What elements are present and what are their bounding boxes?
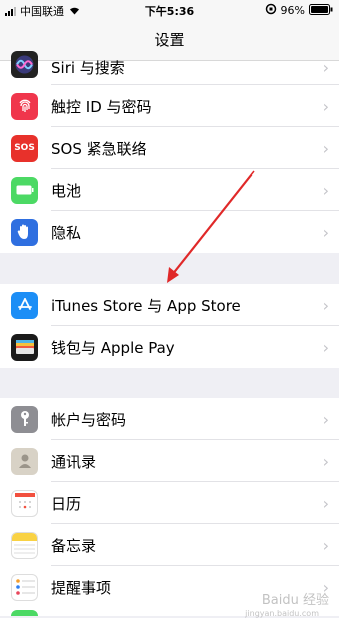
contacts-icon xyxy=(11,447,38,475)
chevron-right-icon: › xyxy=(322,535,329,555)
list-item-touch-id[interactable]: 触控 ID 与密码 › xyxy=(0,85,339,127)
nav-bar: 设置 xyxy=(0,20,339,61)
fingerprint-icon xyxy=(11,92,38,120)
partial-app-icon xyxy=(11,610,38,616)
chevron-right-icon: › xyxy=(322,337,329,357)
settings-group-3: 帐户与密码 › 通讯录 › 日历 › 备忘录 › 提醒事项 › xyxy=(0,398,339,608)
battery-icon xyxy=(11,176,38,204)
list-item-label: 帐户与密码 xyxy=(51,410,127,429)
chevron-right-icon: › xyxy=(322,222,329,242)
list-item-accounts[interactable]: 帐户与密码 › xyxy=(0,398,339,440)
list-item-label: 隐私 xyxy=(51,223,82,242)
list-item-label: 电池 xyxy=(51,181,82,200)
chevron-right-icon: › xyxy=(322,451,329,471)
list-item-label: 日历 xyxy=(51,494,82,513)
list-item-label: 钱包与 Apple Pay xyxy=(51,338,175,357)
chevron-right-icon: › xyxy=(322,180,329,200)
chevron-right-icon: › xyxy=(322,58,329,77)
notes-icon xyxy=(11,531,38,559)
settings-group-2: iTunes Store 与 App Store › 钱包与 Apple Pay… xyxy=(0,284,339,368)
battery-percent: 96% xyxy=(280,4,305,17)
wallet-icon xyxy=(11,333,38,361)
orientation-lock-icon xyxy=(265,3,277,18)
list-item-calendar[interactable]: 日历 › xyxy=(0,482,339,524)
chevron-right-icon: › xyxy=(322,96,329,116)
list-item-siri[interactable]: Siri 与搜索 › xyxy=(0,51,339,85)
list-item-notes[interactable]: 备忘录 › xyxy=(0,524,339,566)
chevron-right-icon: › xyxy=(322,138,329,158)
page-title: 设置 xyxy=(154,31,185,49)
list-item-label: 提醒事项 xyxy=(51,578,112,597)
sos-icon: SOS xyxy=(11,134,38,162)
list-item-itunes-app-store[interactable]: iTunes Store 与 App Store › xyxy=(0,284,339,326)
settings-group-1: Siri 与搜索 › 触控 ID 与密码 › SOS SOS 紧急联络 › 电池… xyxy=(0,51,339,253)
list-item-wallet[interactable]: 钱包与 Apple Pay › xyxy=(0,326,339,368)
list-item-label: Siri 与搜索 xyxy=(51,59,125,77)
status-bar: 中国联通 下午5:36 96% xyxy=(0,0,339,20)
chevron-right-icon: › xyxy=(322,409,329,429)
app-store-icon xyxy=(11,291,38,319)
reminders-icon xyxy=(11,573,38,601)
list-item-contacts[interactable]: 通讯录 › xyxy=(0,440,339,482)
list-item-privacy[interactable]: 隐私 › xyxy=(0,211,339,253)
list-item-sos[interactable]: SOS SOS 紧急联络 › xyxy=(0,127,339,169)
hand-icon xyxy=(11,218,38,246)
watermark: Baidu 经验 xyxy=(261,593,329,608)
list-item-label: SOS 紧急联络 xyxy=(51,139,147,158)
list-item-label: 触控 ID 与密码 xyxy=(51,97,152,116)
list-item-label: iTunes Store 与 App Store xyxy=(51,296,241,315)
list-item-label: 通讯录 xyxy=(51,452,97,471)
list-item-battery[interactable]: 电池 › xyxy=(0,169,339,211)
watermark-url: jingyan.baidu.com xyxy=(245,609,319,618)
battery-status-icon xyxy=(309,3,333,18)
siri-icon xyxy=(11,51,38,78)
chevron-right-icon: › xyxy=(322,493,329,513)
calendar-icon xyxy=(11,489,38,517)
chevron-right-icon: › xyxy=(322,295,329,315)
key-icon xyxy=(11,405,38,433)
list-item-label: 备忘录 xyxy=(51,536,97,555)
